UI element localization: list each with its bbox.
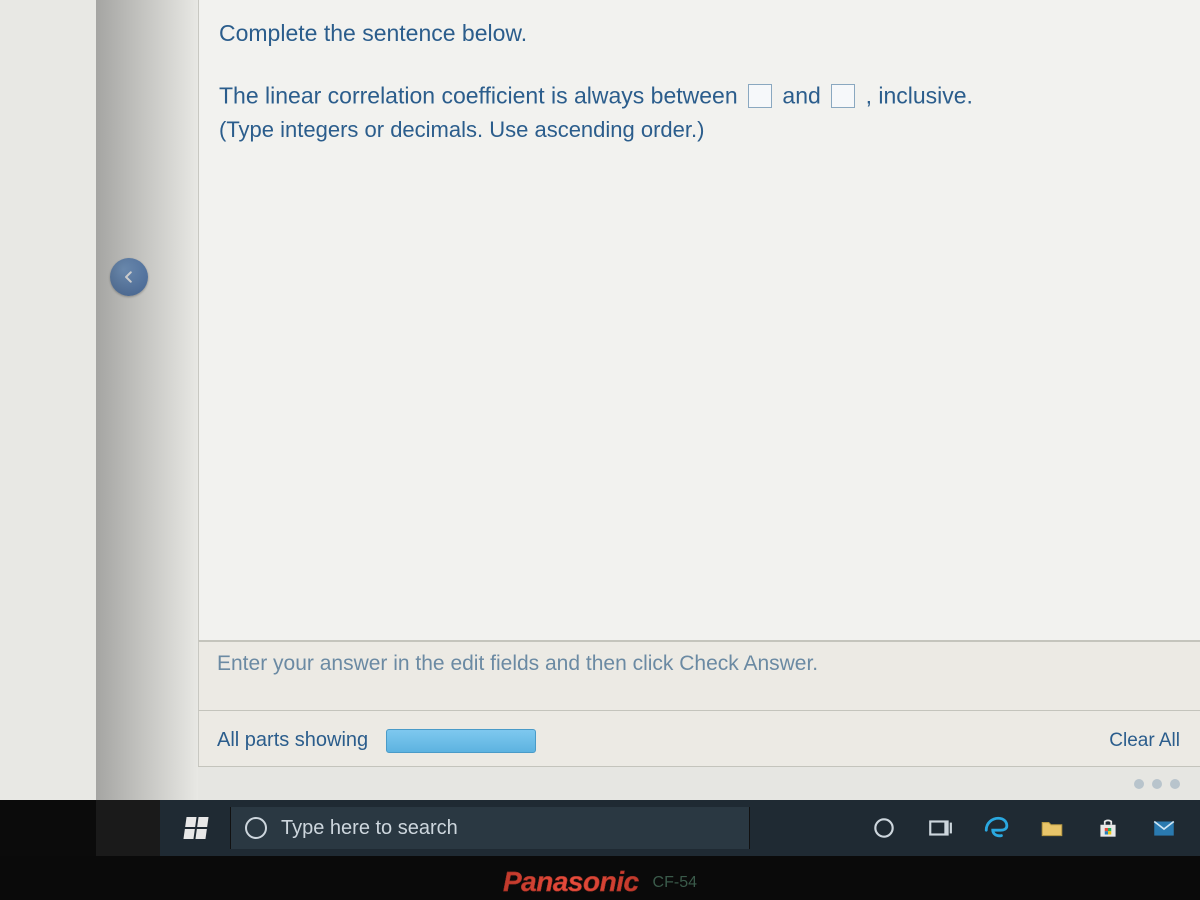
- app-window: Complete the sentence below. The linear …: [0, 0, 1200, 800]
- task-view-icon: [927, 815, 953, 841]
- glare-overlay: [96, 0, 198, 800]
- store-button[interactable]: [1082, 806, 1134, 850]
- sentence-segment-1: The linear correlation coefficient is al…: [219, 82, 744, 108]
- answer-footer: Enter your answer in the edit fields and…: [198, 640, 1200, 716]
- parts-showing-label: All parts showing: [217, 729, 368, 752]
- question-title: Complete the sentence below.: [217, 16, 1176, 47]
- task-view-button[interactable]: [914, 806, 966, 850]
- status-dot: [1170, 779, 1180, 789]
- input-hint: (Type integers or decimals. Use ascendin…: [217, 117, 1176, 143]
- mail-icon: [1151, 815, 1177, 841]
- device-model: CF-54: [653, 874, 697, 892]
- sentence-segment-3: , inclusive.: [866, 82, 973, 108]
- mail-button[interactable]: [1138, 806, 1190, 850]
- taskbar-icons: [858, 806, 1190, 850]
- search-icon: [245, 817, 267, 839]
- taskbar-search[interactable]: Type here to search: [230, 807, 750, 849]
- footer-instruction: Enter your answer in the edit fields and…: [217, 652, 1182, 676]
- file-explorer-button[interactable]: [1026, 806, 1078, 850]
- answer-controls-row: All parts showing Clear All: [198, 710, 1200, 770]
- status-dot: [1152, 779, 1162, 789]
- edge-button[interactable]: [970, 806, 1022, 850]
- start-button[interactable]: [170, 806, 222, 850]
- device-brand: Panasonic: [503, 866, 639, 898]
- similar-question-button[interactable]: [386, 729, 536, 753]
- previous-question-button[interactable]: [110, 258, 148, 296]
- chevron-left-icon: [122, 270, 136, 284]
- cortana-button[interactable]: [858, 806, 910, 850]
- answer-input-1[interactable]: [748, 84, 772, 108]
- edge-icon: [983, 815, 1009, 841]
- status-dot: [1134, 779, 1144, 789]
- monitor-bezel-bottom: Panasonic CF-54: [0, 856, 1200, 900]
- store-icon: [1095, 815, 1121, 841]
- window-bottom-strip: [198, 766, 1200, 800]
- sentence-segment-2: and: [782, 82, 827, 108]
- windows-taskbar: Type here to search: [160, 800, 1200, 856]
- search-placeholder-text: Type here to search: [281, 817, 458, 840]
- windows-logo-icon: [183, 817, 208, 839]
- question-panel: Complete the sentence below. The linear …: [198, 0, 1200, 640]
- answer-input-2[interactable]: [831, 84, 855, 108]
- folder-icon: [1039, 815, 1065, 841]
- cortana-icon: [871, 815, 897, 841]
- clear-all-button[interactable]: Clear All: [1109, 730, 1182, 752]
- question-sentence: The linear correlation coefficient is al…: [217, 75, 1176, 115]
